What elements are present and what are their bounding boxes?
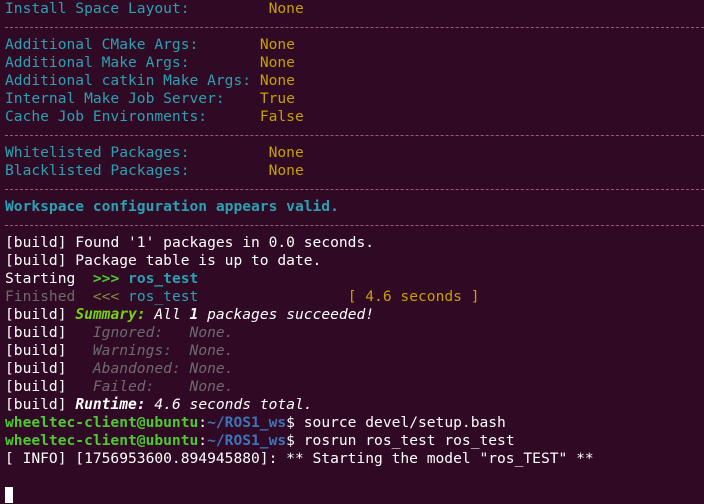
config-value: None (259, 72, 295, 89)
ignored-label: Ignored: (92, 324, 164, 341)
prompt-command: source devel/setup.bash (294, 414, 506, 431)
prompt-symbol: $ (286, 414, 295, 431)
build-prefix: [build] (5, 396, 67, 413)
config-cache-job-environments: Cache Job Environments: False (5, 108, 704, 126)
config-value: True (259, 90, 295, 107)
config-value: None (268, 0, 304, 17)
config-key: Whitelisted Packages: (5, 144, 190, 161)
abandoned-label: Abandoned: (92, 360, 181, 377)
cursor-line[interactable] (5, 486, 704, 504)
workspace-valid-message: Workspace configuration appears valid. (5, 198, 339, 215)
config-value: False (259, 108, 304, 125)
build-failed-line: [build] Failed: None. (5, 378, 704, 396)
config-additional-make-args: Additional Make Args: None (5, 54, 704, 72)
build-prefix: [build] (5, 378, 67, 395)
starting-label: Starting (5, 270, 76, 287)
build-prefix: [build] (5, 306, 67, 323)
prompt-separator: : (198, 432, 208, 449)
build-found-text: Found '1' packages in 0.0 seconds. (66, 234, 375, 251)
build-prefix: [build] (5, 342, 67, 359)
build-prefix: [build] (5, 234, 67, 251)
build-summary-line: [build] Summary: All 1 packages succeede… (5, 306, 704, 324)
prompt-command: rosrun ros_test ros_test (294, 432, 515, 449)
config-value: None (259, 54, 295, 71)
summary-label: Summary: (75, 306, 146, 323)
prompt-line: wheeltec-client@ubuntu:~/ROS1_ws$ rosrun… (5, 432, 704, 450)
text-cursor[interactable] (5, 487, 13, 503)
prompt-separator: : (198, 414, 208, 431)
separator (5, 126, 704, 144)
build-runtime-line: [build] Runtime: 4.6 seconds total. (5, 396, 704, 414)
config-blacklisted-packages: Blacklisted Packages: None (5, 162, 704, 180)
config-key: Internal Make Job Server: (5, 90, 225, 107)
failed-value: None. (189, 378, 234, 395)
config-key: Additional Make Args: (5, 54, 190, 71)
finished-arrow: <<< (92, 288, 120, 305)
build-prefix: [build] (5, 360, 67, 377)
starting-arrow: >>> (92, 270, 120, 287)
config-value: None (268, 162, 304, 179)
finished-package: ros_test (128, 288, 199, 305)
config-key: Additional catkin Make Args: (5, 72, 252, 89)
config-key: Blacklisted Packages: (5, 162, 190, 179)
finished-label: Finished (5, 288, 76, 305)
prompt-path: ~/ROS1_ws (207, 432, 287, 449)
abandoned-value: None. (189, 360, 234, 377)
runtime-label: Runtime: (75, 396, 146, 413)
build-finished-line: Finished <<< ros_test [ 4.6 seconds ] (5, 288, 704, 306)
config-install-space-layout: Install Space Layout: None (5, 0, 704, 18)
build-table-text: Package table is up to date. (66, 252, 322, 269)
warnings-label: Warnings: (92, 342, 172, 359)
build-table-line: [build] Package table is up to date. (5, 252, 704, 270)
runtime-value: 4.6 seconds total. (145, 396, 313, 413)
separator (5, 216, 704, 234)
build-abandoned-line: [build] Abandoned: None. (5, 360, 704, 378)
summary-text: All (145, 306, 190, 323)
config-key: Additional CMake Args: (5, 36, 199, 53)
prompt-user: wheeltec-client@ubuntu (5, 432, 199, 449)
prompt-user: wheeltec-client@ubuntu (5, 414, 199, 431)
finished-time: [ 4.6 seconds ] (347, 288, 480, 305)
summary-text: packages succeeded! (198, 306, 375, 323)
separator (5, 180, 704, 198)
config-value: None (259, 36, 295, 53)
failed-label: Failed: (92, 378, 155, 395)
starting-package: ros_test (128, 270, 199, 287)
build-ignored-line: [build] Ignored: None. (5, 324, 704, 342)
config-whitelisted-packages: Whitelisted Packages: None (5, 144, 704, 162)
info-log-line: [ INFO] [1756953600.894945880]: ** Start… (5, 450, 594, 467)
build-prefix: [build] (5, 324, 67, 341)
build-found-line: [build] Found '1' packages in 0.0 second… (5, 234, 704, 252)
warnings-value: None. (189, 342, 234, 359)
ignored-value: None. (189, 324, 234, 341)
config-value: None (268, 144, 304, 161)
config-internal-make-job-server: Internal Make Job Server: True (5, 90, 704, 108)
prompt-path: ~/ROS1_ws (207, 414, 287, 431)
config-additional-catkin-make-args: Additional catkin Make Args: None (5, 72, 704, 90)
prompt-symbol: $ (286, 432, 295, 449)
config-key: Install Space Layout: (5, 0, 190, 17)
separator (5, 18, 704, 36)
prompt-line: wheeltec-client@ubuntu:~/ROS1_ws$ source… (5, 414, 704, 432)
build-warnings-line: [build] Warnings: None. (5, 342, 704, 360)
config-additional-cmake-args: Additional CMake Args: None (5, 36, 704, 54)
empty-line (5, 468, 704, 486)
terminal-window[interactable]: Install Space Layout: None Additional CM… (0, 0, 704, 504)
build-starting-line: Starting >>> ros_test (5, 270, 704, 288)
build-prefix: [build] (5, 252, 67, 269)
config-key: Cache Job Environments: (5, 108, 208, 125)
